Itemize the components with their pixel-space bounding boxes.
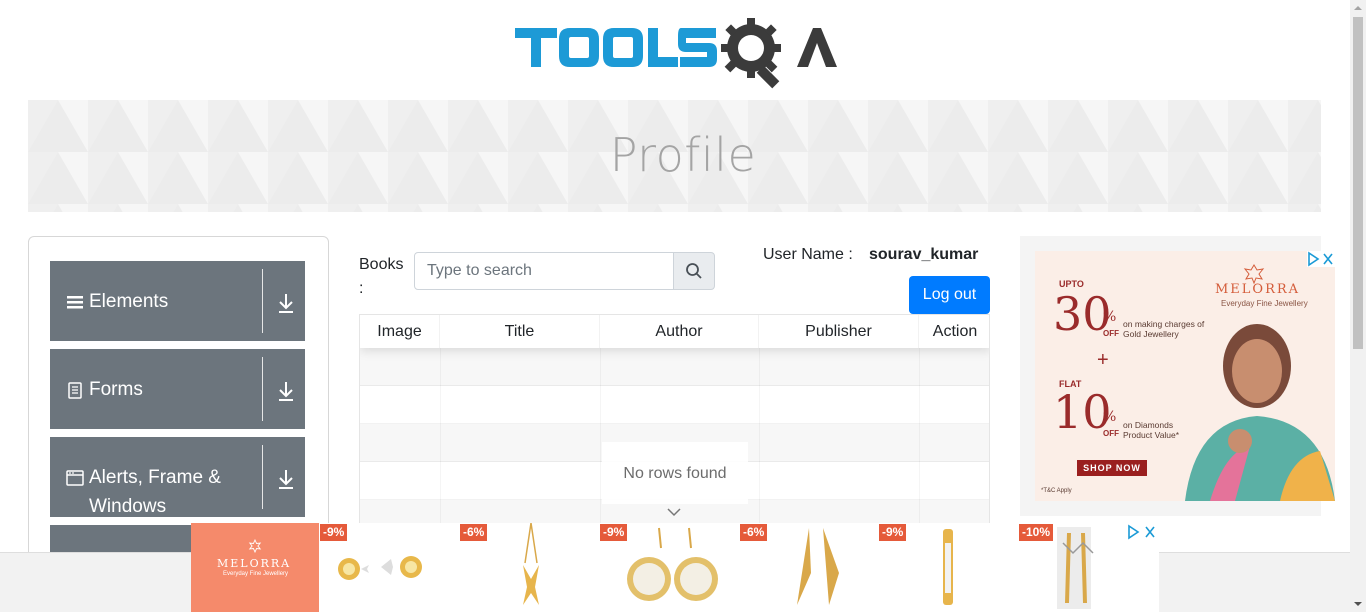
ad-brand: MELORRA (1215, 282, 1301, 297)
column-divider (440, 348, 441, 523)
search-icon (686, 263, 702, 279)
hamburger-icon (67, 296, 83, 309)
column-header-publisher[interactable]: Publisher (759, 315, 919, 348)
ad-controls (1307, 251, 1335, 267)
scroll-up-icon[interactable] (1354, 4, 1362, 12)
off-label: OFF (1103, 429, 1119, 438)
sidebar-group-label: Elements (89, 291, 169, 312)
column-header-image[interactable]: Image (360, 315, 440, 348)
table-row (360, 386, 989, 424)
toolsqa-logo[interactable] (515, 16, 837, 90)
page-scrollbar[interactable] (1350, 0, 1366, 612)
sidebar-group-alerts-frame-windows[interactable]: Alerts, Frame & Windows (50, 437, 305, 517)
melorra-ad[interactable]: MELORRA Everyday Fine Jewellery UPTO 30 … (1035, 251, 1335, 501)
percent-sign: % (1103, 409, 1117, 425)
user-name-label: User Name : (763, 246, 853, 263)
user-name-value: sourav_kumar (869, 246, 979, 263)
ad-close-icon[interactable] (1127, 524, 1157, 540)
right-ad-container: MELORRA Everyday Fine Jewellery UPTO 30 … (1020, 236, 1335, 516)
percent-sign: % (1103, 309, 1117, 325)
column-header-author[interactable]: Author (600, 315, 759, 348)
shop-now-button[interactable]: SHOP NOW (1077, 460, 1147, 476)
divider (262, 269, 263, 333)
discount-badge: -9% (320, 524, 348, 541)
divider (262, 357, 263, 421)
ad-close-icon[interactable] (1307, 251, 1335, 267)
column-divider (919, 348, 920, 523)
bottom-melorra-ad[interactable]: MELORRA Everyday Fine Jewellery -9% -6% … (191, 523, 1159, 612)
discount-badge: -9% (879, 524, 907, 541)
search-input[interactable] (414, 252, 674, 290)
discount-badge: -6% (460, 524, 488, 541)
sidebar-group-elements[interactable]: Elements (50, 261, 305, 341)
books-label: Books : (359, 256, 404, 297)
logout-button[interactable]: Log out (909, 276, 990, 314)
page-title: Profile (609, 128, 757, 182)
books-table: Image Title Author Publisher Action No r… (359, 314, 990, 524)
download-arrow-icon[interactable] (277, 380, 295, 402)
table-header: Image Title Author Publisher Action (360, 315, 989, 348)
offer2-text: on Diamonds Product Value* (1123, 420, 1180, 440)
document-icon (68, 382, 82, 399)
brand-star-icon (248, 539, 262, 553)
window-icon (66, 470, 84, 486)
download-arrow-icon[interactable] (277, 292, 295, 314)
scroll-thumb[interactable] (1353, 17, 1363, 349)
ad-tagline: Everyday Fine Jewellery (1221, 299, 1308, 308)
column-header-title[interactable]: Title (440, 315, 600, 348)
discount-badge: -6% (740, 524, 768, 541)
profile-page: Profile Elements Forms Alerts, Frame & W… (0, 0, 1366, 612)
sidebar-group-forms[interactable]: Forms (50, 349, 305, 429)
discount-badge: -10% (1019, 524, 1054, 541)
column-divider (600, 348, 601, 523)
discount-badge: -9% (600, 524, 628, 541)
offer1-text: on making charges of Gold Jewellery (1123, 319, 1205, 339)
scroll-down-icon[interactable] (1354, 600, 1362, 608)
column-divider (759, 348, 760, 523)
divider (262, 445, 263, 509)
no-rows-message: No rows found (602, 442, 748, 504)
ad-brand-box: MELORRA Everyday Fine Jewellery (191, 523, 319, 612)
sidebar-group-label: Alerts, Frame & Windows (89, 467, 221, 517)
ad-footnote: *T&C Apply (1041, 488, 1072, 494)
sidebar-group-label: Forms (89, 379, 143, 400)
download-arrow-icon[interactable] (277, 468, 295, 490)
column-header-action[interactable]: Action (919, 315, 989, 348)
ad-brand: MELORRA (217, 557, 292, 570)
search-button[interactable] (673, 252, 715, 290)
ad-tagline: Everyday Fine Jewellery (223, 571, 289, 577)
plus-sign: + (1097, 349, 1109, 371)
table-row (360, 348, 989, 386)
chevron-down-icon (667, 508, 681, 517)
off-label: OFF (1103, 329, 1119, 338)
